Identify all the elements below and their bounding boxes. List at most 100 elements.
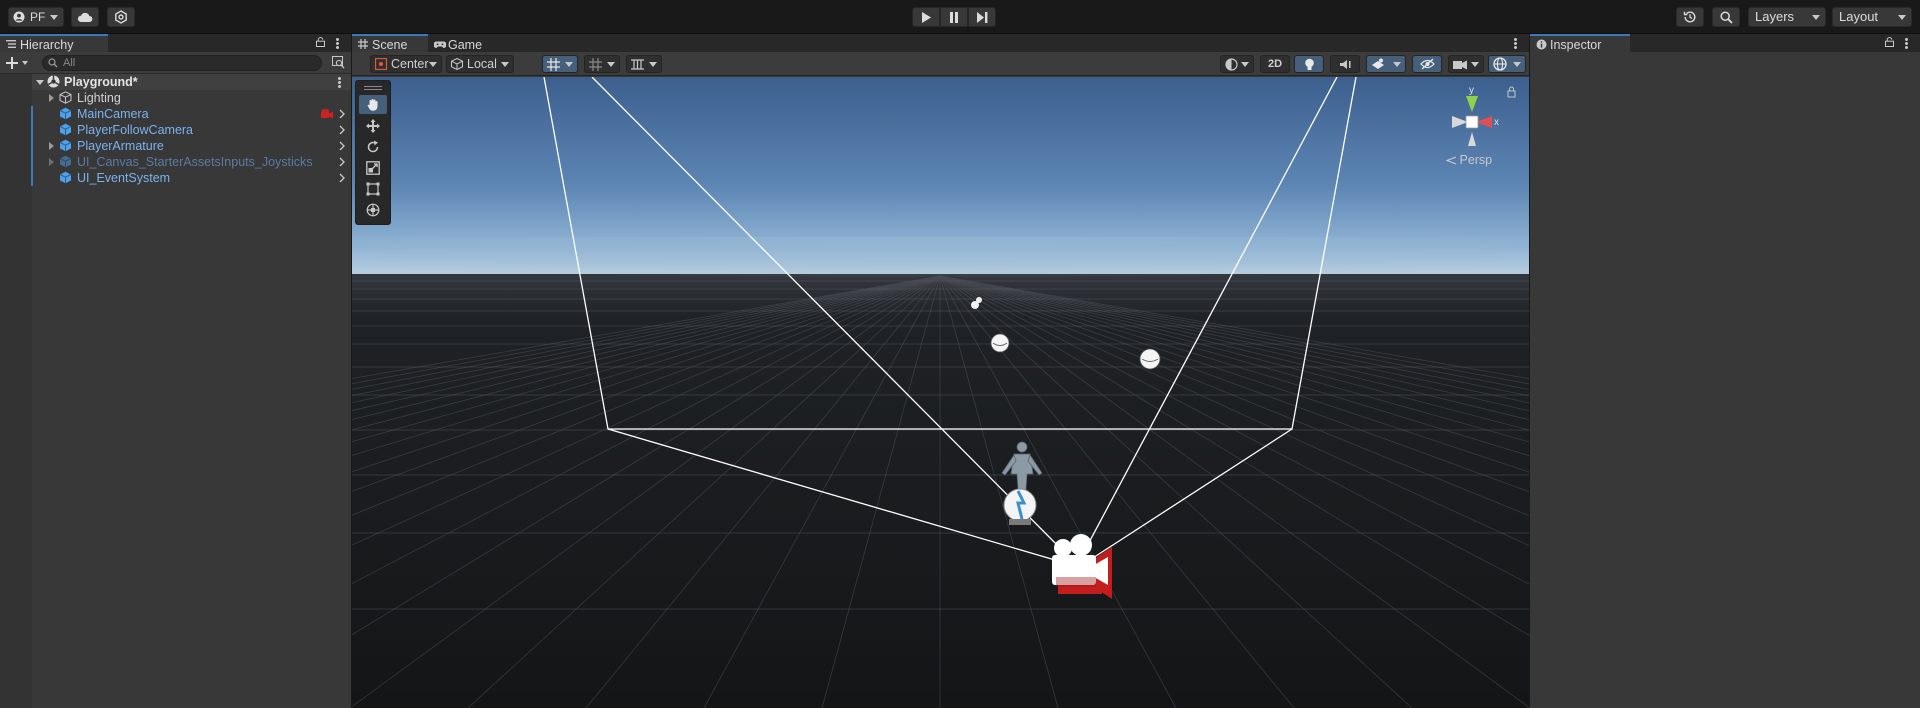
prefab-icon — [59, 139, 72, 152]
chevron-down-icon — [501, 62, 509, 67]
projection-toggle[interactable]: Persp — [1445, 153, 1492, 167]
gizmo-y-axis[interactable] — [1466, 96, 1478, 112]
chevron-right-icon[interactable] — [339, 157, 345, 167]
history-button[interactable] — [1676, 7, 1704, 27]
chevron-down-icon — [1471, 62, 1479, 67]
space-dropdown[interactable]: Local — [446, 55, 514, 73]
pivot-dropdown[interactable]: Center — [370, 55, 442, 73]
layers-dropdown[interactable]: Layers — [1748, 7, 1826, 27]
lock-icon[interactable] — [1885, 37, 1894, 47]
expand-arrow-icon[interactable] — [49, 142, 54, 150]
step-button[interactable] — [968, 7, 996, 27]
pause-button[interactable] — [940, 7, 968, 27]
tab-hierarchy-label: Hierarchy — [20, 38, 74, 52]
tab-scene[interactable]: Scene — [352, 34, 428, 52]
kebab-menu-icon[interactable] — [338, 77, 341, 88]
tools-overlay — [355, 80, 391, 225]
hierarchy-item-lighting[interactable]: Lighting — [32, 90, 351, 106]
chevron-down-icon — [607, 62, 615, 67]
play-button[interactable] — [912, 7, 940, 27]
hidden-objects-toggle[interactable] — [1412, 55, 1442, 73]
gizmos-dropdown[interactable] — [1488, 55, 1526, 73]
hierarchy-item-playerfollowcamera[interactable]: PlayerFollowCamera — [31, 122, 351, 138]
grid-icon — [358, 39, 368, 49]
move-tool-button[interactable] — [359, 116, 387, 135]
pause-icon — [950, 11, 958, 23]
layout-dropdown[interactable]: Layout — [1832, 7, 1912, 27]
create-button[interactable] — [6, 55, 32, 71]
scene-camera-dropdown[interactable] — [1448, 55, 1484, 73]
scene-search-icon[interactable] — [332, 56, 345, 69]
chevron-right-icon[interactable] — [339, 125, 345, 135]
gizmo-center[interactable] — [1465, 115, 1479, 129]
inspector-tabstrip: Inspector — [1530, 34, 1920, 52]
tab-game[interactable]: Game — [428, 34, 498, 52]
transform-tool-button[interactable] — [359, 200, 387, 219]
inspector-panel: Inspector — [1530, 34, 1920, 708]
lock-icon[interactable] — [316, 37, 325, 47]
eye-hidden-icon — [1420, 58, 1435, 70]
step-icon — [976, 11, 987, 23]
grid-snap-toggle[interactable] — [542, 55, 578, 73]
scene-viewport[interactable]: y x Persp — [352, 77, 1529, 708]
gizmo-neg-x-axis[interactable] — [1452, 116, 1468, 128]
gizmo-x-label: x — [1494, 117, 1499, 128]
kebab-menu-icon[interactable] — [1514, 38, 1517, 49]
hierarchy-tree: Playground* Lighting MainCamera PlayerFo… — [0, 74, 351, 708]
kebab-menu-icon[interactable] — [336, 38, 339, 49]
collab-button[interactable] — [107, 7, 135, 27]
orientation-gizmo[interactable]: y x — [1440, 80, 1520, 160]
cloud-button[interactable] — [71, 7, 99, 27]
increment-snap-toggle[interactable] — [584, 55, 620, 73]
hierarchy-item-playerarmature[interactable]: PlayerArmature — [31, 138, 351, 154]
audio-toggle[interactable] — [1330, 55, 1360, 73]
expand-arrow-icon[interactable] — [49, 94, 54, 102]
rotate-tool-button[interactable] — [359, 137, 387, 156]
rect-tool-button[interactable] — [359, 179, 387, 198]
hierarchy-item-ui-canvas[interactable]: UI_Canvas_StarterAssetsInputs_Joysticks — [31, 154, 351, 170]
scene-root-row[interactable]: Playground* — [32, 74, 351, 90]
hierarchy-tabstrip: Hierarchy — [0, 34, 351, 52]
chevron-right-icon[interactable] — [339, 141, 345, 151]
chevron-right-icon[interactable] — [339, 109, 345, 119]
scene-name: Playground* — [64, 75, 138, 89]
hierarchy-item-ui-eventsystem[interactable]: UI_EventSystem — [31, 170, 351, 186]
rotate-icon — [367, 140, 379, 152]
gizmo-x-axis[interactable] — [1476, 116, 1492, 128]
expand-arrow-icon[interactable] — [49, 158, 54, 166]
layers-label: Layers — [1755, 9, 1795, 24]
prefab-override-marker — [31, 154, 33, 170]
effects-icon — [1372, 58, 1384, 69]
draw-mode-dropdown[interactable] — [1220, 55, 1254, 73]
info-icon — [1536, 39, 1547, 50]
hand-tool-button[interactable] — [359, 95, 387, 114]
history-icon — [1683, 11, 1696, 23]
gizmo-neg-z-axis[interactable] — [1468, 132, 1476, 146]
tab-hierarchy[interactable]: Hierarchy — [0, 34, 108, 52]
prefab-icon — [59, 155, 72, 168]
align-toggle[interactable] — [626, 55, 662, 73]
mode-2d-toggle[interactable]: 2D — [1260, 55, 1290, 73]
layout-label: Layout — [1839, 9, 1879, 24]
scene-render — [352, 77, 1529, 708]
kebab-menu-icon[interactable] — [1905, 38, 1908, 49]
scale-tool-button[interactable] — [359, 158, 387, 177]
hierarchy-search-input[interactable]: All — [42, 55, 322, 71]
lighting-toggle[interactable] — [1294, 55, 1324, 73]
prefab-icon — [59, 107, 72, 120]
cloud-icon — [77, 12, 93, 22]
overlay-drag-handle[interactable] — [364, 86, 382, 90]
effects-dropdown[interactable] — [1366, 55, 1406, 73]
tab-inspector[interactable]: Inspector — [1530, 34, 1630, 52]
account-dropdown[interactable]: PF — [8, 7, 64, 27]
expand-arrow-icon[interactable] — [36, 80, 44, 85]
gameobject-icon — [59, 91, 72, 104]
lock-icon[interactable] — [1507, 86, 1516, 98]
chevron-right-icon[interactable] — [339, 173, 345, 183]
gamepad-icon — [434, 41, 446, 48]
search-placeholder: All — [63, 57, 76, 69]
prefab-icon — [59, 171, 72, 184]
search-button[interactable] — [1712, 7, 1740, 27]
hierarchy-item-maincamera[interactable]: MainCamera — [31, 106, 351, 122]
chevron-down-icon — [22, 61, 28, 65]
